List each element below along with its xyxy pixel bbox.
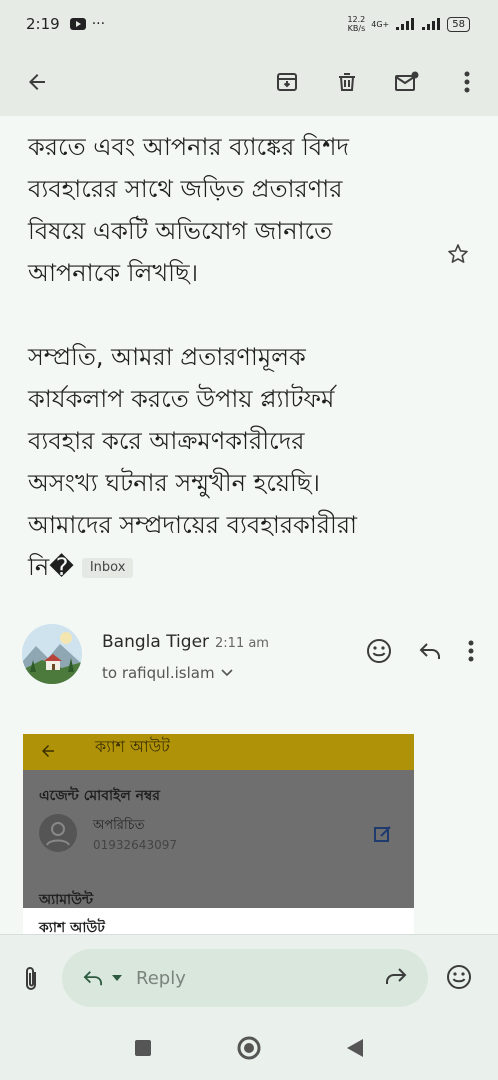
status-time: 2:19 [26, 15, 60, 33]
attachment-icon [26, 967, 36, 990]
network-type: 4G+ [371, 19, 390, 29]
chevron-down-icon [220, 669, 233, 677]
star-button[interactable] [446, 242, 470, 270]
recipient-text: to rafiqul.islam [102, 664, 215, 682]
recipient-toggle[interactable]: to rafiqul.islam [102, 664, 233, 682]
archive-button[interactable] [272, 67, 302, 97]
emoji-icon [447, 965, 471, 989]
att-contact-name: অপরিচিত [93, 818, 145, 833]
att-amount-label: অ্যামাউন্ট [39, 892, 93, 908]
reply-icon [419, 643, 440, 659]
att-header-title: ক্যাশ আউট [95, 737, 170, 756]
caret-down-icon [112, 975, 122, 981]
more-vert-icon [468, 640, 474, 662]
circle-home-icon [237, 1036, 261, 1060]
sender-name-line: Bangla Tiger 2:11 am [102, 632, 269, 652]
arrow-back-icon [42, 745, 54, 757]
body-line: ব্যবহারের সাথে জড়িত প্রতারণার [28, 175, 343, 203]
reply-input[interactable]: Reply [62, 949, 428, 1007]
body-line-last: নি� Inbox [28, 546, 448, 588]
emoji-icon [367, 639, 391, 663]
att-header: ক্যাশ আউট [23, 734, 414, 770]
emoji-reaction-button[interactable] [446, 964, 472, 994]
battery-indicator: 58 [447, 16, 470, 32]
sender-time: 2:11 am [215, 636, 269, 651]
mail-unread-icon [395, 71, 419, 91]
attached-screenshot[interactable]: ক্যাশ আউট এজেন্ট মোবাইল নম্বর অপরিচিত 01… [23, 734, 414, 934]
forward-icon [386, 968, 407, 984]
inbox-label-chip[interactable]: Inbox [81, 558, 134, 578]
body-line: বিষয়ে একটি অভিযোগ জানাতে [28, 217, 333, 245]
reply-placeholder: Reply [136, 967, 186, 989]
star-icon [448, 244, 468, 263]
attach-button[interactable] [22, 965, 40, 997]
archive-icon [277, 73, 297, 91]
edit-icon [373, 824, 393, 848]
body-line: আপনাকে লিখছি। [28, 259, 199, 287]
att-contact-avatar [39, 814, 77, 852]
net-speed-unit: KB/s [347, 24, 366, 33]
email-body: করতে এবং আপনার ব্যাঙ্কের বিশদ ব্যবহারের … [28, 126, 448, 588]
back-nav-button[interactable] [346, 1038, 364, 1062]
sender-avatar[interactable] [22, 624, 82, 684]
body-line: ব্যবহার করে আক্রমণকারীদের [28, 427, 305, 455]
status-indicators: 12.2 KB/s 4G+ 58 [347, 15, 470, 33]
body-line [28, 294, 448, 336]
triangle-back-icon [347, 1039, 363, 1057]
recents-button[interactable] [134, 1039, 152, 1061]
signal-icon-2 [422, 18, 441, 30]
more-notifications-icon: ··· [91, 16, 106, 32]
app-bar [0, 48, 498, 116]
att-contact-number: 01932643097 [93, 838, 177, 852]
body-line: অসংখ্য ঘটনার সম্মুখীন হয়েছি। [28, 469, 320, 497]
sender-name: Bangla Tiger [102, 632, 210, 652]
arrow-back-icon [29, 74, 45, 90]
back-button[interactable] [22, 67, 52, 97]
reply-icon [83, 971, 102, 986]
body-line: করতে এবং আপনার ব্যাঙ্কের বিশদ [28, 133, 350, 161]
system-nav-bar [0, 1020, 498, 1080]
home-button[interactable] [236, 1035, 262, 1065]
sender-row[interactable]: Bangla Tiger 2:11 am to rafiqul.islam [22, 624, 482, 694]
trash-icon [339, 73, 355, 91]
sender-actions [366, 638, 474, 668]
delete-button[interactable] [332, 67, 362, 97]
forward-button[interactable] [384, 966, 408, 990]
body-line: আমাদের সম্প্রদায়ের ব্যবহারকারীরা [28, 511, 358, 539]
reply-bar: Reply [0, 934, 498, 1021]
net-speed-value: 12.2 [347, 15, 366, 24]
youtube-icon [69, 18, 86, 30]
body-fragment: নি� [28, 553, 74, 581]
net-speed: 12.2 KB/s [347, 15, 365, 33]
att-agent-number-label: এজেন্ট মোবাইল নম্বর [39, 788, 160, 804]
att-cashout-label: ক্যাশ আউট [39, 920, 105, 934]
status-notification-icons: ··· [69, 16, 106, 32]
body-line: সম্প্রতি, আমরা প্রতারণামূলক [28, 343, 306, 371]
add-reaction-button[interactable] [366, 638, 392, 668]
more-vert-icon [464, 71, 470, 93]
mark-unread-button[interactable] [392, 67, 422, 97]
email-content: করতে এবং আপনার ব্যাঙ্কের বিশদ ব্যবহারের … [0, 116, 498, 934]
sender-more-button[interactable] [468, 640, 474, 666]
more-options-button[interactable] [452, 67, 482, 97]
square-icon [135, 1040, 151, 1056]
status-bar: 2:19 ··· 12.2 KB/s 4G+ 58 [0, 0, 498, 48]
reply-button[interactable] [418, 641, 442, 665]
body-line: কার্যকলাপ করতে উপায় প্ল্যাটফর্ম [28, 385, 335, 413]
signal-icon [396, 18, 415, 30]
